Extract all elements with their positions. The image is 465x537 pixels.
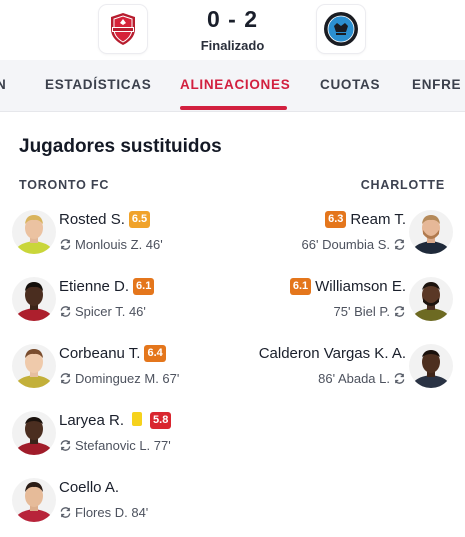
section-title: Jugadores sustituidos xyxy=(19,136,222,157)
player-avatar xyxy=(12,210,56,254)
tab-partial-left[interactable]: N xyxy=(0,77,6,92)
replaced-player: 75' Biel P. xyxy=(333,304,390,319)
substitution-icon xyxy=(60,507,71,518)
player-name: Ream T. xyxy=(350,211,406,228)
replaced-player: Flores D. 84' xyxy=(75,505,149,520)
match-tabs: N ESTADÍSTICAS ALINEACIONES CUOTAS ENFRE xyxy=(0,60,465,112)
substitution-info: 66' Doumbia S. xyxy=(302,237,406,252)
tab-alineaciones[interactable]: ALINEACIONES xyxy=(180,77,290,92)
home-team-crest[interactable] xyxy=(99,5,147,53)
home-sub-player-4[interactable]: Laryea R. 5.8 Stefanovic L. 77' xyxy=(12,408,232,460)
player-avatar xyxy=(409,210,453,254)
player-name-row: Laryea R. 5.8 xyxy=(59,412,172,429)
replaced-player: Spicer T. 46' xyxy=(75,304,146,319)
player-avatar xyxy=(12,478,56,522)
yellow-card-icon xyxy=(132,412,143,426)
tab-estadisticas[interactable]: ESTADÍSTICAS xyxy=(45,77,151,92)
home-sub-player-1[interactable]: Rosted S. 6.5 Monlouis Z. 46' xyxy=(12,207,232,259)
player-avatar xyxy=(409,344,453,388)
player-name-row: Rosted S. 6.5 xyxy=(59,211,151,228)
away-sub-player-1[interactable]: 6.3 Ream T. 66' Doumbia S. xyxy=(223,207,453,259)
substitution-icon xyxy=(394,373,405,384)
substituted-players-panel: Jugadores sustituidos TORONTO FC CHARLOT… xyxy=(0,112,465,537)
player-name: Etienne D. xyxy=(59,278,130,295)
player-name: Coello A. xyxy=(59,479,120,496)
toronto-fc-crest-icon xyxy=(111,13,135,45)
player-avatar xyxy=(12,344,56,388)
substitution-info: Dominguez M. 67' xyxy=(59,371,179,386)
player-rating-badge: 6.5 xyxy=(128,211,151,228)
replaced-player: Monlouis Z. 46' xyxy=(75,237,163,252)
replaced-player: 86' Abada L. xyxy=(318,371,390,386)
player-name-row: Calderon Vargas K. A. xyxy=(259,345,406,362)
replaced-player: Dominguez M. 67' xyxy=(75,371,180,386)
away-sub-player-2[interactable]: 6.1 Williamson E. 75' Biel P. xyxy=(223,274,453,326)
player-name: Williamson E. xyxy=(315,278,406,295)
player-name-row: 6.1 Williamson E. xyxy=(289,278,406,295)
substitution-info: 86' Abada L. xyxy=(318,371,406,386)
substitution-icon xyxy=(60,440,71,451)
match-status: Finalizado xyxy=(200,38,265,53)
substitution-info: Spicer T. 46' xyxy=(59,304,146,319)
home-sub-player-3[interactable]: Corbeanu T. 6.4 Dominguez M. 67' xyxy=(12,341,232,393)
replaced-player: Stefanovic L. 77' xyxy=(75,438,171,453)
substitution-icon xyxy=(394,306,405,317)
player-name: Corbeanu T. xyxy=(59,345,141,362)
substitution-info: Stefanovic L. 77' xyxy=(59,438,171,453)
player-name-row: Corbeanu T. 6.4 xyxy=(59,345,166,362)
substitution-info: Monlouis Z. 46' xyxy=(59,237,163,252)
player-name: Rosted S. xyxy=(59,211,125,228)
away-sub-player-3[interactable]: Calderon Vargas K. A. 86' Abada L. xyxy=(223,341,453,393)
player-name: Calderon Vargas K. A. xyxy=(258,345,406,362)
player-rating-badge: 6.1 xyxy=(133,278,155,295)
away-team-label: CHARLOTTE xyxy=(360,178,445,192)
player-name-row: Etienne D. 6.1 xyxy=(59,278,155,295)
away-team-crest[interactable] xyxy=(317,5,365,53)
match-score: 0 - 2 xyxy=(206,6,259,32)
tab-cuotas[interactable]: CUOTAS xyxy=(320,77,380,92)
player-avatar xyxy=(12,411,56,455)
substitution-icon xyxy=(394,239,405,250)
player-name-row: Coello A. xyxy=(59,479,119,496)
player-name: Laryea R. xyxy=(59,412,125,429)
substitution-icon xyxy=(60,373,71,384)
player-avatar xyxy=(409,277,453,321)
match-header: 0 - 2 Finalizado xyxy=(0,0,465,60)
substitution-icon xyxy=(60,306,71,317)
player-name-row: 6.3 Ream T. xyxy=(325,211,406,228)
replaced-player: 66' Doumbia S. xyxy=(301,237,390,252)
player-rating-badge: 6.3 xyxy=(325,211,347,228)
home-team-label: TORONTO FC xyxy=(19,178,110,192)
player-rating-badge: 6.1 xyxy=(289,278,312,295)
substitution-icon xyxy=(60,239,71,250)
player-rating-badge: 5.8 xyxy=(150,412,172,429)
tab-enfrentamientos[interactable]: ENFRE xyxy=(412,77,461,92)
home-sub-player-2[interactable]: Etienne D. 6.1 Spicer T. 46' xyxy=(12,274,232,326)
home-sub-player-5[interactable]: Coello A. Flores D. 84' xyxy=(12,475,232,527)
substitution-info: Flores D. 84' xyxy=(59,505,148,520)
player-rating-badge: 6.4 xyxy=(144,345,166,362)
active-tab-indicator xyxy=(180,106,287,110)
charlotte-fc-crest-icon xyxy=(324,12,358,46)
player-avatar xyxy=(12,277,56,321)
substitution-info: 75' Biel P. xyxy=(334,304,406,319)
